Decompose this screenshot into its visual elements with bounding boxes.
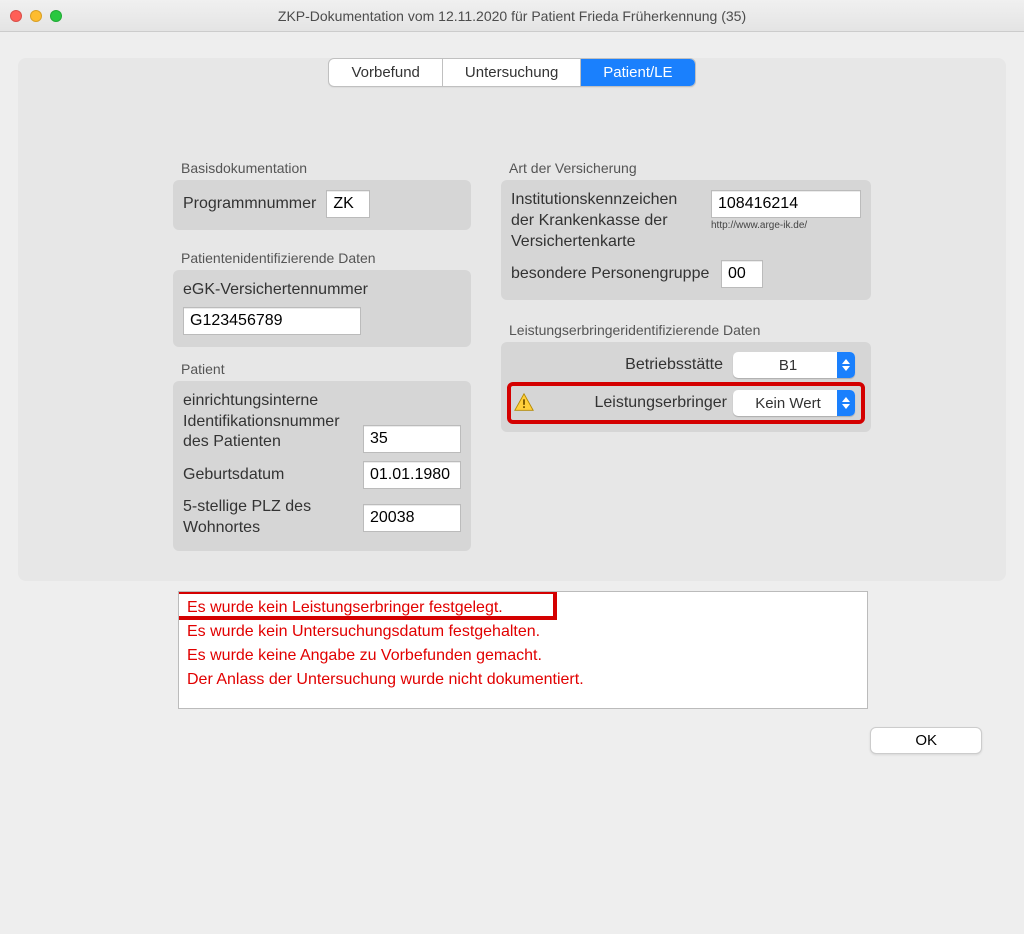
betrieb-select[interactable]: B1 <box>733 352 855 378</box>
internal-id-input[interactable] <box>363 425 461 453</box>
error-message: Es wurde kein Leistungserbringer festgel… <box>187 596 859 620</box>
tab-patient-le[interactable]: Patient/LE <box>581 59 694 86</box>
plz-label: 5-stellige PLZ des Wohnortes <box>183 497 353 539</box>
chevron-updown-icon <box>837 390 855 416</box>
programmnummer-label: Programmnummer <box>183 194 316 215</box>
leistung-select[interactable]: Kein Wert <box>733 390 855 416</box>
ok-button[interactable]: OK <box>870 727 982 754</box>
window-title: ZKP-Dokumentation vom 12.11.2020 für Pat… <box>0 8 1024 24</box>
leistung-value: Kein Wert <box>743 395 837 412</box>
basis-legend: Basisdokumentation <box>181 160 307 176</box>
insurance-legend: Art der Versicherung <box>509 160 637 176</box>
ik-link[interactable]: http://www.arge-ik.de/ <box>711 220 861 231</box>
betrieb-label: Betriebsstätte <box>625 355 723 376</box>
ik-label: Institutionskennzeichen der Krankenkasse… <box>511 190 701 252</box>
error-message: Der Anlass der Untersuchung wurde nicht … <box>187 668 859 692</box>
title-bar: ZKP-Dokumentation vom 12.11.2020 für Pat… <box>0 0 1024 32</box>
patient-legend: Patient <box>181 361 225 377</box>
leistung-label: Leistungserbringer <box>541 393 727 414</box>
error-list[interactable]: Es wurde kein Leistungserbringer festgel… <box>178 591 868 709</box>
chevron-updown-icon <box>837 352 855 378</box>
group-input[interactable] <box>721 260 763 288</box>
pid-legend: Patientenidentifizierende Daten <box>181 250 376 266</box>
error-message: Es wurde kein Untersuchungsdatum festgeh… <box>187 620 859 644</box>
warning-icon <box>513 392 535 414</box>
betrieb-value: B1 <box>743 357 837 374</box>
tab-vorbefund[interactable]: Vorbefund <box>329 59 442 86</box>
provider-legend: Leistungserbringeridentifizierende Daten <box>509 322 760 338</box>
internal-id-label: einrichtungsinterne Identifikationsnumme… <box>183 391 353 453</box>
error-message: Es wurde keine Angabe zu Vorbefunden gem… <box>187 644 859 668</box>
ik-input[interactable] <box>711 190 861 218</box>
egk-input[interactable] <box>183 307 361 335</box>
egk-label: eGK-Versichertennummer <box>183 280 461 301</box>
group-label: besondere Personengruppe <box>511 264 711 285</box>
main-panel: Vorbefund Untersuchung Patient/LE Basisd… <box>18 58 1006 581</box>
tab-segmented-control: Vorbefund Untersuchung Patient/LE <box>328 58 695 87</box>
plz-input[interactable] <box>363 504 461 532</box>
tab-untersuchung[interactable]: Untersuchung <box>443 59 581 86</box>
geburt-label: Geburtsdatum <box>183 465 353 486</box>
geburt-input[interactable] <box>363 461 461 489</box>
programmnummer-input[interactable] <box>326 190 370 218</box>
